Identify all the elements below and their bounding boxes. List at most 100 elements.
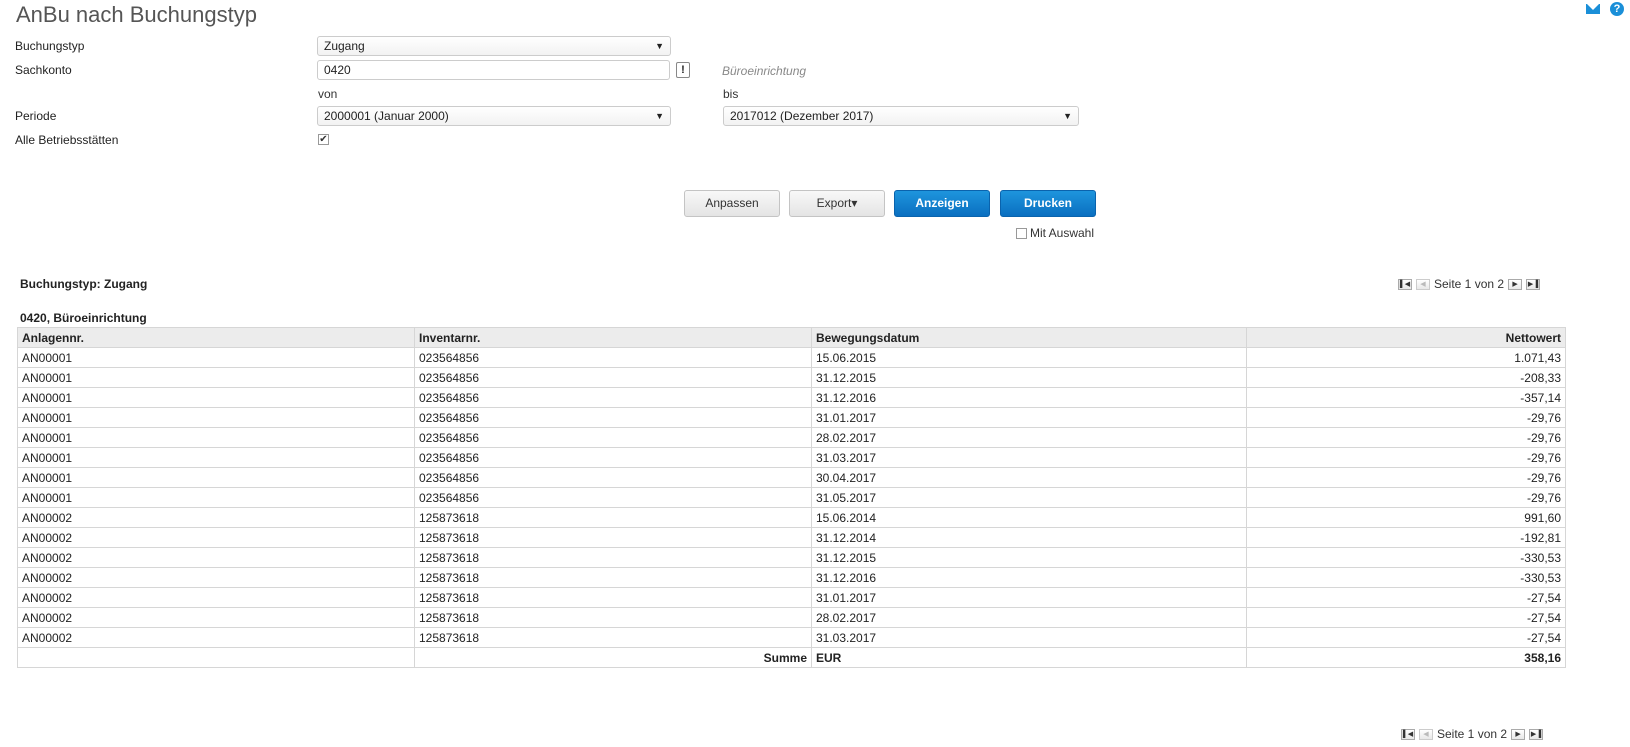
col-bewegungsdatum: Bewegungsdatum <box>811 327 1247 348</box>
last-page-icon[interactable]: ▶▐ <box>1526 278 1541 290</box>
periode-bis-select[interactable]: 2017012 (Dezember 2017) ▼ <box>723 106 1079 126</box>
cell-inventarnr: 125873618 <box>414 627 812 648</box>
report-table: Anlagennr. Inventarnr. Bewegungsdatum Ne… <box>17 327 1566 668</box>
table-row: AN00002 125873618 31.01.2017 -27,54 <box>17 587 1566 608</box>
pager-bottom: ▌◀ ◀ Seite 1 von 2 ▶ ▶▐ <box>1401 727 1544 741</box>
help-icon[interactable]: ? <box>1610 2 1624 16</box>
cell-anlagennr: AN00001 <box>17 447 415 468</box>
col-nettowert: Nettowert <box>1246 327 1566 348</box>
sachkonto-input[interactable] <box>317 60 670 80</box>
alle-betriebsstaetten-label: Alle Betriebsstätten <box>15 133 119 147</box>
sum-value: 358,16 <box>1246 647 1566 668</box>
prev-page-icon[interactable]: ◀ <box>1419 728 1433 740</box>
table-row: AN00001 023564856 28.02.2017 -29,76 <box>17 427 1566 448</box>
cell-inventarnr: 125873618 <box>414 527 812 548</box>
cell-nettowert: -208,33 <box>1246 367 1566 388</box>
mit-auswahl-checkbox[interactable] <box>1016 227 1027 239</box>
table-row: AN00002 125873618 31.12.2016 -330,53 <box>17 567 1566 588</box>
cell-nettowert: -29,76 <box>1246 487 1566 508</box>
cell-nettowert: -27,54 <box>1246 607 1566 628</box>
table-row: AN00001 023564856 30.04.2017 -29,76 <box>17 467 1566 488</box>
top-icons: ? <box>1586 2 1624 16</box>
cell-nettowert: -29,76 <box>1246 467 1566 488</box>
periode-von-select[interactable]: 2000001 (Januar 2000) ▼ <box>317 106 671 126</box>
cell-bewegungsdatum: 30.04.2017 <box>811 467 1247 488</box>
cell-inventarnr: 125873618 <box>414 587 812 608</box>
cell-inventarnr: 125873618 <box>414 507 812 528</box>
buchungstyp-select[interactable]: Zugang ▼ <box>317 36 671 56</box>
cell-anlagennr: AN00002 <box>17 547 415 568</box>
export-button[interactable]: Export▾ <box>789 190 885 217</box>
cell-anlagennr: AN00002 <box>17 607 415 628</box>
col-anlagennr: Anlagennr. <box>17 327 415 348</box>
sum-label: Summe <box>414 647 812 668</box>
cell-anlagennr: AN00002 <box>17 627 415 648</box>
table-row: AN00002 125873618 28.02.2017 -27,54 <box>17 607 1566 628</box>
cell-inventarnr: 023564856 <box>414 427 812 448</box>
cell-bewegungsdatum: 31.05.2017 <box>811 487 1247 508</box>
cell-nettowert: -192,81 <box>1246 527 1566 548</box>
cell-bewegungsdatum: 15.06.2015 <box>811 347 1247 368</box>
bis-label: bis <box>723 87 739 101</box>
next-page-icon[interactable]: ▶ <box>1511 728 1526 740</box>
report-group-title: 0420, Büroeinrichtung <box>20 311 147 325</box>
cell-inventarnr: 023564856 <box>414 387 812 408</box>
cell-anlagennr: AN00001 <box>17 487 415 508</box>
cell-inventarnr: 023564856 <box>414 367 812 388</box>
cell-nettowert: -27,54 <box>1246 587 1566 608</box>
cell-anlagennr: AN00001 <box>17 387 415 408</box>
periode-label: Periode <box>15 109 57 123</box>
table-row: AN00002 125873618 31.12.2014 -192,81 <box>17 527 1566 548</box>
chevron-down-icon: ▼ <box>655 41 664 51</box>
sum-currency: EUR <box>811 647 1247 668</box>
cell-nettowert: -357,14 <box>1246 387 1566 408</box>
cell-bewegungsdatum: 31.01.2017 <box>811 587 1247 608</box>
table-header-row: Anlagennr. Inventarnr. Bewegungsdatum Ne… <box>17 327 1566 348</box>
anpassen-button[interactable]: Anpassen <box>684 190 780 217</box>
cell-inventarnr: 125873618 <box>414 567 812 588</box>
mit-auswahl-label: Mit Auswahl <box>1030 226 1095 240</box>
cell-inventarnr: 023564856 <box>414 347 812 368</box>
pager-text: Seite 1 von 2 <box>1434 277 1505 291</box>
cell-inventarnr: 023564856 <box>414 407 812 428</box>
pager-text: Seite 1 von 2 <box>1437 727 1508 741</box>
drucken-button[interactable]: Drucken <box>1000 190 1096 217</box>
alle-betriebsstaetten-checkbox[interactable]: ✔ <box>318 134 329 145</box>
cell-bewegungsdatum: 31.12.2015 <box>811 367 1247 388</box>
buchungstyp-label: Buchungstyp <box>15 39 85 53</box>
page-title: AnBu nach Buchungstyp <box>16 2 257 27</box>
sachkonto-hint: Büroeinrichtung <box>722 64 807 78</box>
cell-bewegungsdatum: 31.03.2017 <box>811 447 1247 468</box>
sum-row: Summe EUR 358,16 <box>17 647 1566 668</box>
chevron-down-icon: ▼ <box>1063 111 1072 121</box>
cell-bewegungsdatum: 31.01.2017 <box>811 407 1247 428</box>
first-page-icon[interactable]: ▌◀ <box>1401 728 1415 740</box>
report-section-title: Buchungstyp: Zugang <box>20 277 148 291</box>
cell-anlagennr: AN00002 <box>17 567 415 588</box>
sachkonto-lookup-button[interactable]: ! <box>676 62 690 78</box>
cell-nettowert: -330,53 <box>1246 547 1566 568</box>
cell-bewegungsdatum: 28.02.2017 <box>811 607 1247 628</box>
table-row: AN00001 023564856 31.01.2017 -29,76 <box>17 407 1566 428</box>
table-row: AN00001 023564856 31.12.2015 -208,33 <box>17 367 1566 388</box>
sachkonto-label: Sachkonto <box>15 63 72 77</box>
table-row: AN00001 023564856 15.06.2015 1.071,43 <box>17 347 1566 368</box>
next-page-icon[interactable]: ▶ <box>1508 278 1523 290</box>
chevron-down-icon: ▼ <box>655 111 664 121</box>
last-page-icon[interactable]: ▶▐ <box>1529 728 1544 740</box>
pager-top: ▌◀ ◀ Seite 1 von 2 ▶ ▶▐ <box>1398 277 1541 291</box>
first-page-icon[interactable]: ▌◀ <box>1398 278 1412 290</box>
table-row: AN00002 125873618 15.06.2014 991,60 <box>17 507 1566 528</box>
cell-bewegungsdatum: 31.12.2016 <box>811 567 1247 588</box>
table-row: AN00001 023564856 31.12.2016 -357,14 <box>17 387 1566 408</box>
cell-nettowert: -29,76 <box>1246 427 1566 448</box>
buchungstyp-value: Zugang <box>324 39 365 53</box>
cell-inventarnr: 023564856 <box>414 467 812 488</box>
mail-icon[interactable] <box>1586 4 1600 14</box>
mit-auswahl: Mit Auswahl <box>1016 226 1094 240</box>
cell-bewegungsdatum: 31.12.2014 <box>811 527 1247 548</box>
anzeigen-button[interactable]: Anzeigen <box>894 190 990 217</box>
table-row: AN00001 023564856 31.05.2017 -29,76 <box>17 487 1566 508</box>
prev-page-icon[interactable]: ◀ <box>1416 278 1430 290</box>
periode-von-value: 2000001 (Januar 2000) <box>324 109 449 123</box>
